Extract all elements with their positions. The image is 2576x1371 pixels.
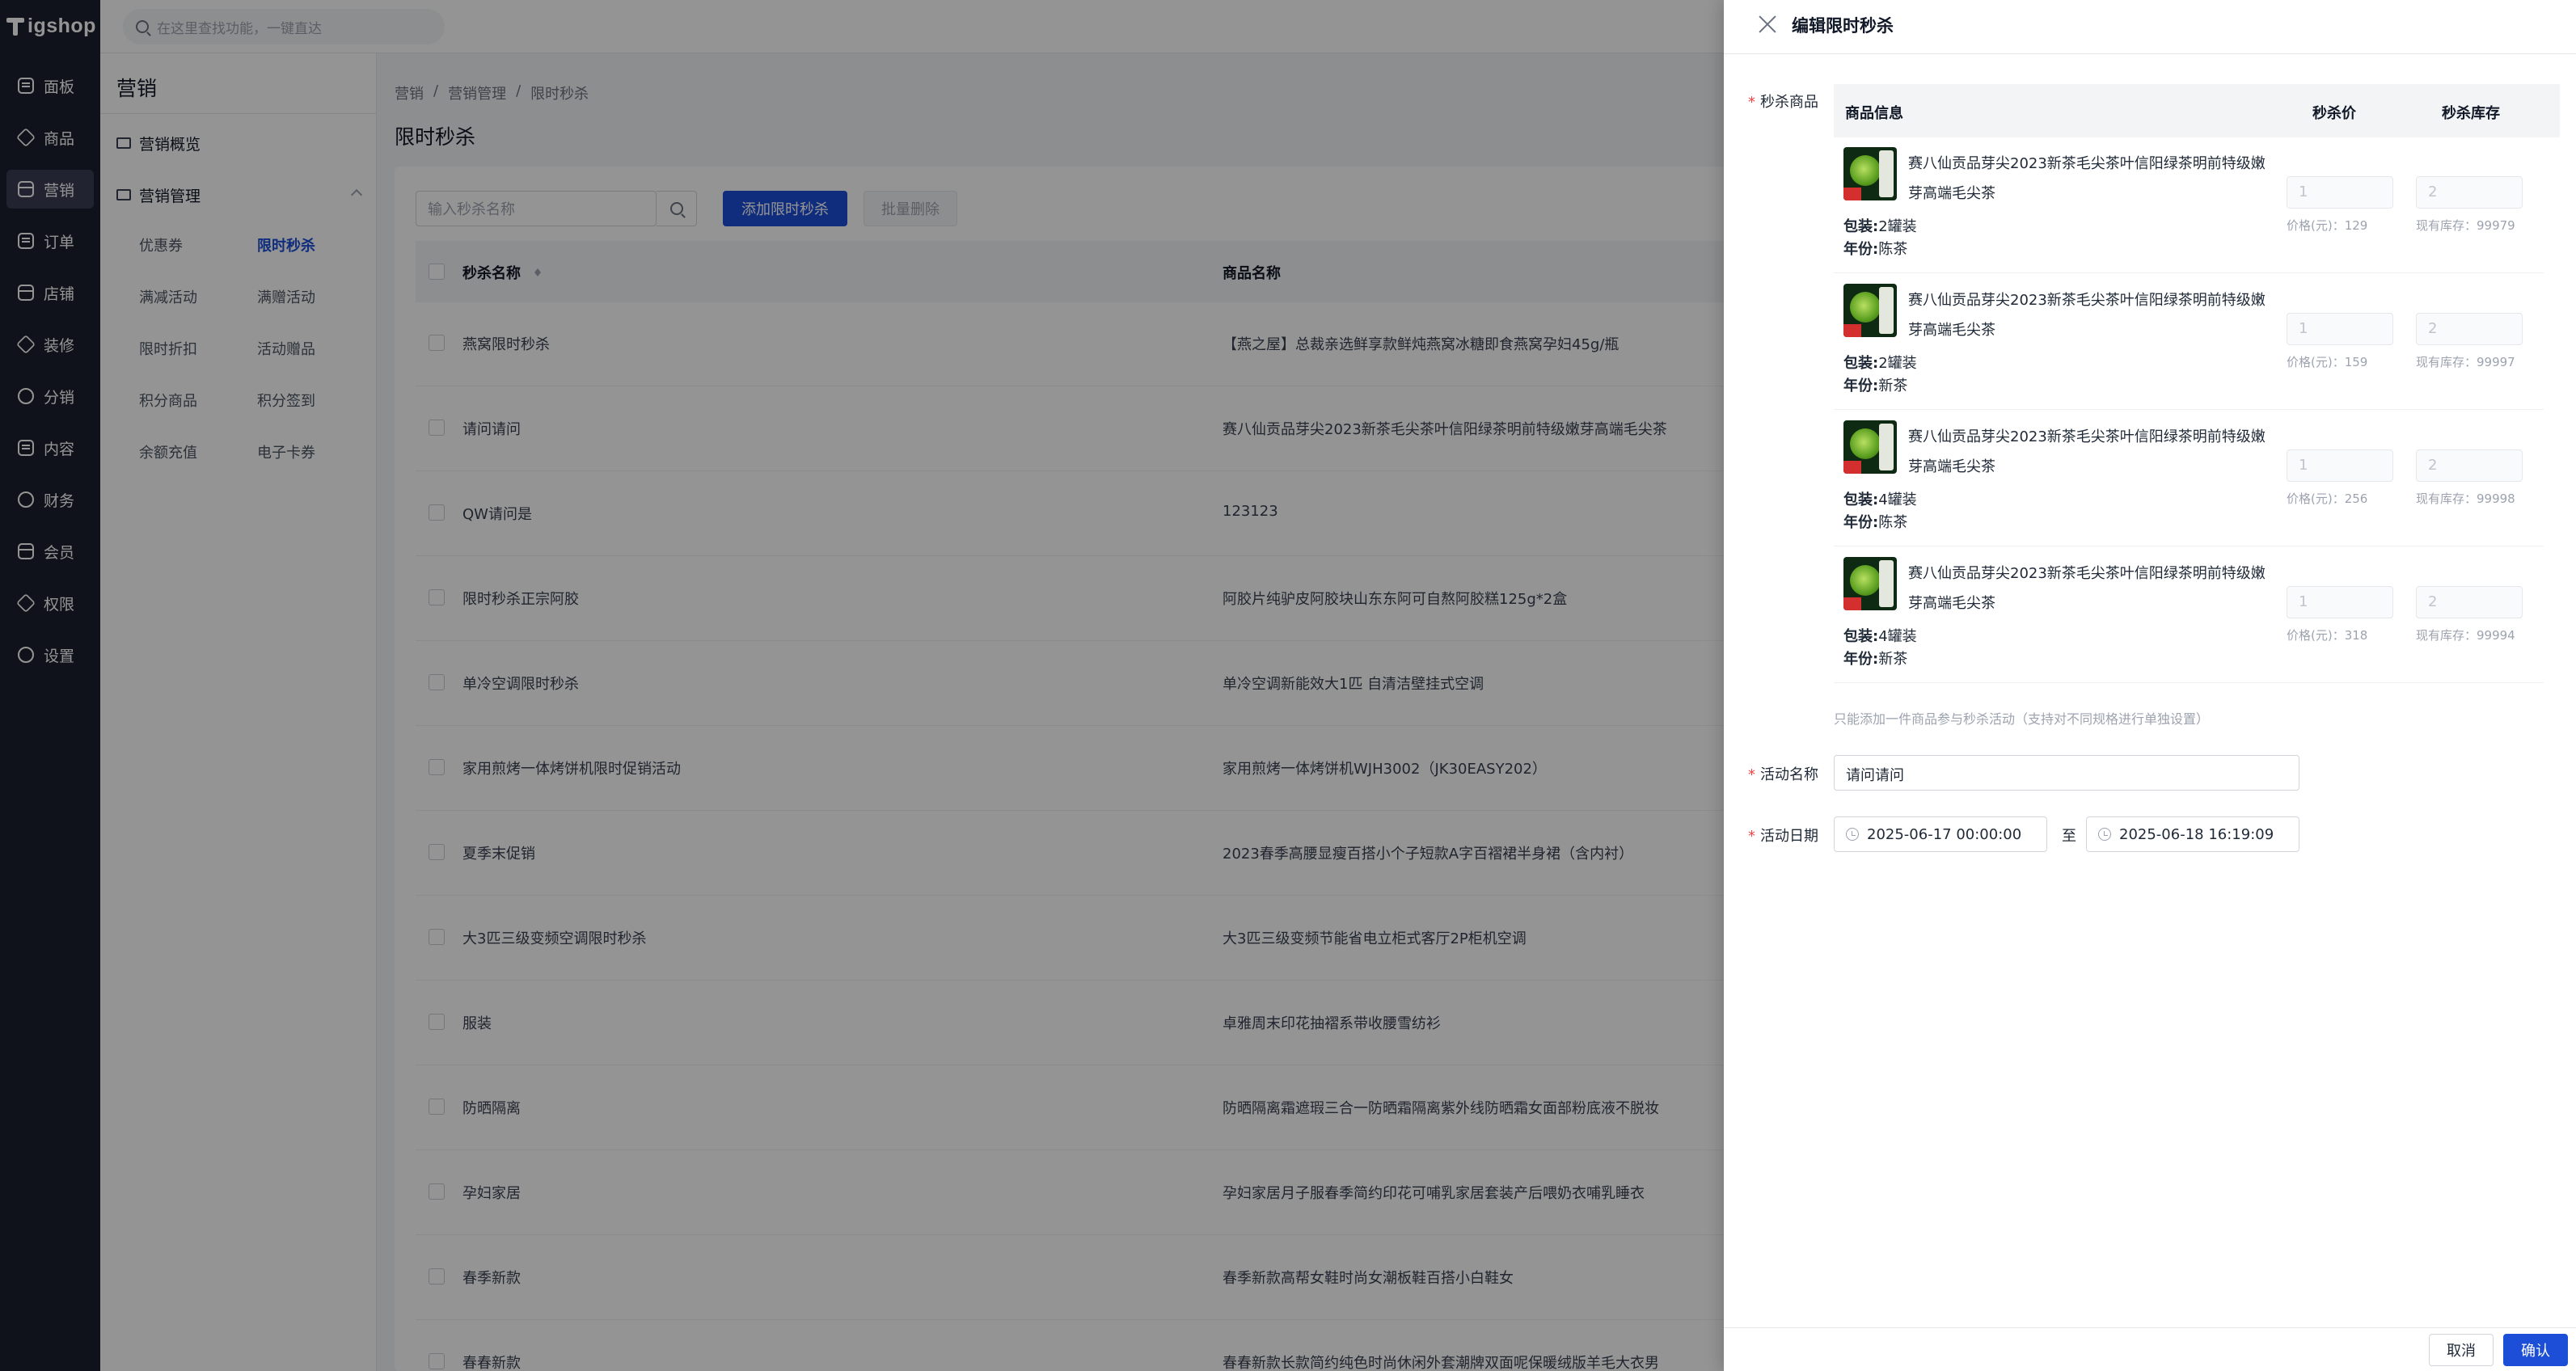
spec-value: 陈茶: [1878, 514, 1908, 531]
product-thumbnail: [1843, 147, 1897, 200]
tea-can-image: [1879, 560, 1894, 607]
product-spec-year: 年份:陈茶: [1843, 238, 1907, 259]
clock-icon: [1846, 828, 1859, 841]
product-thumbnail: [1843, 284, 1897, 337]
spec-label: 包装:: [1843, 355, 1879, 372]
required-mark: *: [1748, 828, 1755, 845]
tea-leaf-image: [1850, 292, 1881, 323]
tea-can-image: [1879, 424, 1894, 470]
divider: [1724, 53, 2576, 54]
modal-overlay[interactable]: [0, 0, 1724, 1371]
activity-name-input[interactable]: 请问请问: [1834, 755, 2299, 791]
flash-price-input[interactable]: 1: [2287, 449, 2393, 482]
tea-leaf-image: [1850, 155, 1881, 186]
start-date-input[interactable]: 2025-06-17 00:00:00: [1834, 816, 2047, 852]
flash-price-input[interactable]: 1: [2287, 176, 2393, 209]
flash-stock-input[interactable]: 2: [2416, 449, 2523, 482]
activity-date-label: * 活动日期: [1748, 825, 1818, 846]
product-spec-pack: 包装:4罐装: [1843, 488, 1917, 509]
flash-price-input[interactable]: 1: [2287, 586, 2393, 618]
spec-value: 新茶: [1878, 378, 1908, 394]
label-text: 活动名称: [1760, 766, 1818, 783]
start-date-value: 2025-06-17 00:00:00: [1867, 825, 2022, 843]
drawer-title: 编辑限时秒杀: [1792, 16, 1894, 36]
product-row: 赛八仙贡品芽尖2023新茶毛尖茶叶信阳绿茶明前特级嫩芽高端毛尖茶 包装:2罐装 年份…: [1834, 274, 2544, 410]
spec-label: 年份:: [1843, 514, 1879, 531]
product-table: 商品信息 秒杀价 秒杀库存 赛八仙贡品芽尖2023新茶毛尖茶叶信阳绿茶明前特级嫩…: [1834, 84, 2560, 683]
product-spec-year: 年份:陈茶: [1843, 511, 1907, 532]
spec-value: 新茶: [1878, 651, 1908, 668]
clock-icon: [2098, 828, 2111, 841]
product-row: 赛八仙贡品芽尖2023新茶毛尖茶叶信阳绿茶明前特级嫩芽高端毛尖茶 包装:4罐装 年份…: [1834, 547, 2544, 683]
original-price-hint: 价格(元)：129: [2287, 218, 2368, 233]
label-text: 秒杀商品: [1760, 94, 1818, 111]
tea-can-image: [1879, 287, 1894, 334]
original-price-hint: 价格(元)：256: [2287, 491, 2368, 506]
tea-leaf-image: [1850, 565, 1881, 596]
product-title: 赛八仙贡品芽尖2023新茶毛尖茶叶信阳绿茶明前特级嫩芽高端毛尖茶: [1908, 428, 2266, 475]
spec-value: 2罐装: [1878, 218, 1917, 235]
original-price-hint: 价格(元)：318: [2287, 628, 2368, 643]
product-spec-year: 年份:新茶: [1843, 374, 1907, 395]
spec-label: 年份:: [1843, 241, 1879, 258]
spec-value: 2罐装: [1878, 355, 1917, 372]
spec-label: 包装:: [1843, 491, 1879, 508]
required-mark: *: [1748, 766, 1755, 783]
product-title: 赛八仙贡品芽尖2023新茶毛尖茶叶信阳绿茶明前特级嫩芽高端毛尖茶: [1908, 155, 2266, 202]
product-title: 赛八仙贡品芽尖2023新茶毛尖茶叶信阳绿茶明前特级嫩芽高端毛尖茶: [1908, 565, 2266, 612]
product-spec-pack: 包装:2罐装: [1843, 352, 1917, 373]
spec-label: 年份:: [1843, 378, 1879, 394]
date-range-separator: 至: [2062, 828, 2076, 845]
spec-label: 包装:: [1843, 628, 1879, 645]
products-label: * 秒杀商品: [1748, 91, 1818, 112]
end-date-value: 2025-06-18 16:19:09: [2119, 825, 2274, 843]
app-root: igshop 面板 商品 营销 订单 店铺 装修 分销 内容 财务 会员 权限 设置 营销 营销概览 …: [0, 0, 2576, 1371]
promo-tag-image: [1843, 461, 1861, 474]
product-spec-year: 年份:新茶: [1843, 648, 1907, 669]
column-header-stock: 秒杀库存: [2442, 105, 2500, 122]
product-row: 赛八仙贡品芽尖2023新茶毛尖茶叶信阳绿茶明前特级嫩芽高端毛尖茶 包装:4罐装 年份…: [1834, 411, 2544, 546]
end-date-input[interactable]: 2025-06-18 16:19:09: [2086, 816, 2299, 852]
tea-leaf-image: [1850, 428, 1881, 459]
flash-stock-input[interactable]: 2: [2416, 586, 2523, 618]
original-price-hint: 价格(元)：159: [2287, 355, 2368, 369]
flash-stock-input[interactable]: 2: [2416, 313, 2523, 345]
spec-value: 4罐装: [1878, 628, 1917, 645]
column-header-price: 秒杀价: [2312, 105, 2356, 122]
spec-label: 年份:: [1843, 651, 1879, 668]
promo-tag-image: [1843, 188, 1861, 200]
spec-label: 包装:: [1843, 218, 1879, 235]
spec-value: 陈茶: [1878, 241, 1908, 258]
close-icon[interactable]: [1758, 15, 1777, 34]
divider: [1724, 1327, 2576, 1328]
product-table-header: 商品信息 秒杀价 秒杀库存: [1834, 84, 2560, 137]
flash-stock-input[interactable]: 2: [2416, 176, 2523, 209]
spec-value: 4罐装: [1878, 491, 1917, 508]
confirm-button[interactable]: 确认: [2503, 1334, 2568, 1366]
current-stock-hint: 现有库存：99997: [2416, 355, 2515, 369]
product-title: 赛八仙贡品芽尖2023新茶毛尖茶叶信阳绿茶明前特级嫩芽高端毛尖茶: [1908, 292, 2266, 339]
tea-can-image: [1879, 150, 1894, 197]
promo-tag-image: [1843, 597, 1861, 610]
cancel-button[interactable]: 取消: [2429, 1334, 2494, 1366]
current-stock-hint: 现有库存：99994: [2416, 628, 2515, 643]
required-mark: *: [1748, 94, 1755, 111]
promo-tag-image: [1843, 324, 1861, 337]
product-thumbnail: [1843, 557, 1897, 610]
current-stock-hint: 现有库存：99979: [2416, 218, 2515, 233]
column-header-info: 商品信息: [1845, 105, 1903, 122]
activity-name-label: * 活动名称: [1748, 763, 1818, 784]
edit-flash-sale-drawer: 编辑限时秒杀 * 秒杀商品 商品信息 秒杀价 秒杀库存 赛八仙贡品芽尖2023新茶…: [1724, 0, 2576, 1371]
product-row: 赛八仙贡品芽尖2023新茶毛尖茶叶信阳绿茶明前特级嫩芽高端毛尖茶 包装:2罐装 年份…: [1834, 137, 2544, 273]
flash-price-input[interactable]: 1: [2287, 313, 2393, 345]
label-text: 活动日期: [1760, 828, 1818, 845]
product-tip: 只能添加一件商品参与秒杀活动（支持对不同规格进行单独设置）: [1834, 711, 2210, 727]
product-spec-pack: 包装:4罐装: [1843, 625, 1917, 646]
product-thumbnail: [1843, 420, 1897, 474]
current-stock-hint: 现有库存：99998: [2416, 491, 2515, 506]
product-spec-pack: 包装:2罐装: [1843, 215, 1917, 236]
